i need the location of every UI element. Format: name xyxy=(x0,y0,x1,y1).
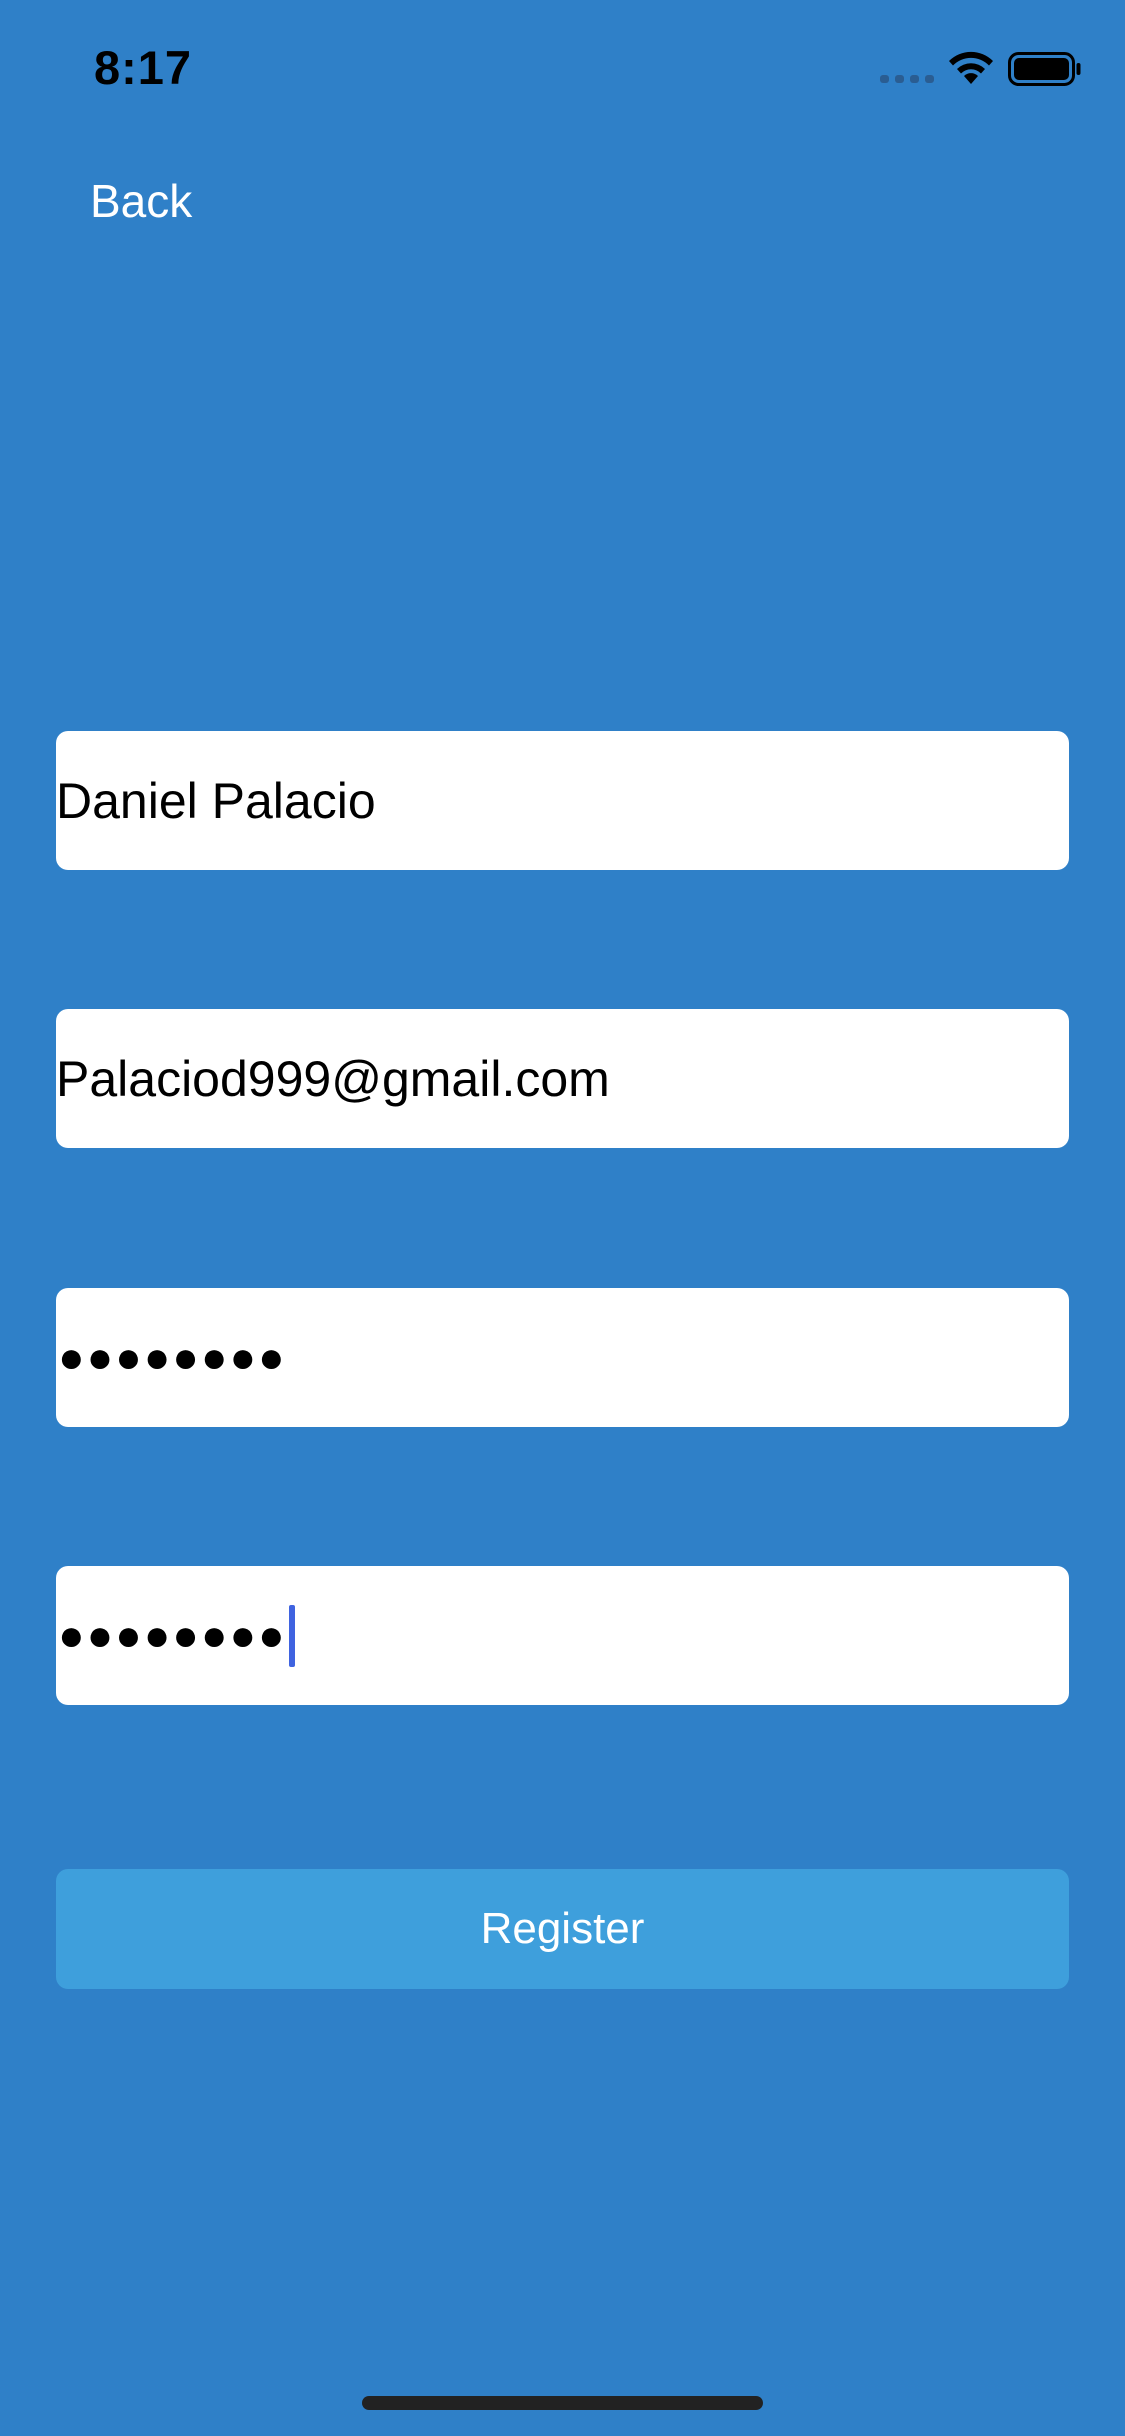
password-field[interactable]: ●●●●●●●● xyxy=(56,1288,1069,1427)
register-button[interactable]: Register xyxy=(56,1869,1069,1989)
name-value: Daniel Palacio xyxy=(56,772,376,829)
email-value: Palaciod999@gmail.com xyxy=(56,1050,610,1107)
status-bar: 8:17 xyxy=(0,0,1125,132)
status-time: 8:17 xyxy=(94,41,193,94)
back-button[interactable]: Back xyxy=(90,174,192,228)
confirm-password-field[interactable]: ●●●●●●●● xyxy=(56,1566,1069,1705)
battery-icon xyxy=(1008,52,1081,86)
signal-icon xyxy=(880,75,936,83)
name-field[interactable]: Daniel Palacio xyxy=(56,731,1069,870)
home-indicator[interactable] xyxy=(362,2396,763,2410)
register-label: Register xyxy=(480,1904,645,1953)
email-field[interactable]: Palaciod999@gmail.com xyxy=(56,1009,1069,1148)
password-value: ●●●●●●●● xyxy=(58,1332,287,1382)
confirm-password-value: ●●●●●●●● xyxy=(58,1610,287,1660)
wifi-icon xyxy=(949,51,993,84)
text-caret xyxy=(288,1604,295,1667)
